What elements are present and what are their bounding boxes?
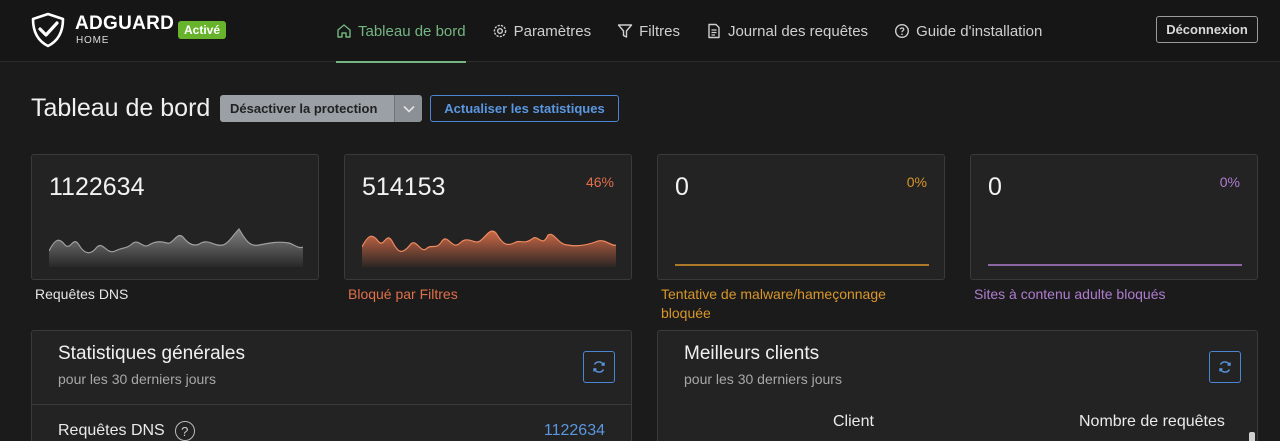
panel-title: Meilleurs clients xyxy=(684,343,820,364)
stat-card-blocked-filters: 514153 46% xyxy=(344,154,632,280)
refresh-icon xyxy=(593,361,605,373)
sparkline-chart xyxy=(675,264,929,266)
scrollbar-thumb[interactable] xyxy=(1249,432,1255,441)
stats-row-label: Requêtes DNS xyxy=(58,422,165,439)
top-clients-panel: Meilleurs clients pour les 30 derniers j… xyxy=(657,330,1258,441)
home-icon xyxy=(337,24,351,38)
protection-dropdown-toggle[interactable] xyxy=(394,95,422,122)
document-icon xyxy=(708,23,720,39)
nav-setup-guide[interactable]: Guide d'installation xyxy=(894,0,1042,62)
nav-settings-label: Paramètres xyxy=(513,22,592,40)
stat-value: 0 xyxy=(988,173,1002,201)
gear-icon xyxy=(493,24,506,38)
help-icon[interactable]: ? xyxy=(174,421,195,441)
nav-dashboard-label: Tableau de bord xyxy=(358,22,466,40)
top-header: ADGUARD HOME Activé Tableau de bord Para… xyxy=(0,0,1280,63)
stat-value: 0 xyxy=(675,173,689,201)
nav-dashboard[interactable]: Tableau de bord xyxy=(336,0,466,63)
main-nav: Tableau de bord Paramètres Filtres Journ… xyxy=(336,0,1068,63)
adguard-shield-logo[interactable] xyxy=(30,12,66,48)
column-header-client[interactable]: Client xyxy=(833,413,874,431)
filter-icon xyxy=(617,24,633,38)
panel-subtitle: pour les 30 derniers jours xyxy=(684,371,842,387)
refresh-icon xyxy=(1219,361,1231,373)
panel-divider xyxy=(32,404,631,405)
stat-percent: 0% xyxy=(1219,174,1240,190)
nav-filters[interactable]: Filtres xyxy=(617,0,680,62)
refresh-statistics-button[interactable]: Actualiser les statistiques xyxy=(430,95,619,122)
column-header-requests[interactable]: Nombre de requêtes xyxy=(1079,413,1225,431)
nav-setup-guide-label: Guide d'installation xyxy=(916,22,1043,40)
stat-card-malware-blocked: 0 0% xyxy=(657,154,945,280)
stat-percent: 46% xyxy=(585,174,614,190)
brand-name: ADGUARD xyxy=(75,13,175,34)
panel-subtitle: pour les 30 derniers jours xyxy=(58,371,216,387)
stat-label-adult-blocked: Sites à contenu adulte bloqués xyxy=(974,286,1166,302)
panel-title: Statistiques générales xyxy=(58,343,245,364)
logout-button[interactable]: Déconnexion xyxy=(1156,16,1258,43)
stat-value: 514153 xyxy=(362,173,446,201)
protection-toggle-group: Désactiver la protection xyxy=(220,95,422,122)
brand-subtitle: HOME xyxy=(76,35,110,46)
sparkline-chart xyxy=(362,230,616,267)
sparkline-chart xyxy=(988,264,1242,266)
stats-row-value-link[interactable]: 1122634 xyxy=(544,422,605,440)
nav-filters-label: Filtres xyxy=(639,22,680,40)
sparkline-chart xyxy=(49,228,303,267)
nav-settings[interactable]: Paramètres xyxy=(492,0,592,62)
stat-card-dns-queries: 1122634 xyxy=(31,154,319,280)
page-title: Tableau de bord xyxy=(31,94,211,122)
nav-query-log-label: Journal des requêtes xyxy=(727,22,869,40)
disable-protection-button[interactable]: Désactiver la protection xyxy=(220,95,394,122)
status-badge: Activé xyxy=(178,21,227,39)
stat-percent: 0% xyxy=(906,174,927,190)
stat-label-dns-queries: Requêtes DNS xyxy=(35,286,129,302)
stats-row-dns-queries: Requêtes DNS ? xyxy=(58,421,195,441)
stat-value: 1122634 xyxy=(49,173,145,201)
help-circle-icon xyxy=(895,23,910,39)
nav-query-log[interactable]: Journal des requêtes xyxy=(706,0,868,62)
refresh-button[interactable] xyxy=(1209,351,1241,383)
stat-label-blocked-filters: Bloqué par Filtres xyxy=(348,286,458,302)
stat-label-malware-blocked: Tentative de malware/hameçonnage bloquée xyxy=(661,286,886,321)
refresh-button[interactable] xyxy=(583,351,615,383)
general-stats-panel: Statistiques générales pour les 30 derni… xyxy=(31,330,632,441)
stat-card-adult-blocked: 0 0% xyxy=(970,154,1258,280)
chevron-down-icon xyxy=(402,105,415,113)
